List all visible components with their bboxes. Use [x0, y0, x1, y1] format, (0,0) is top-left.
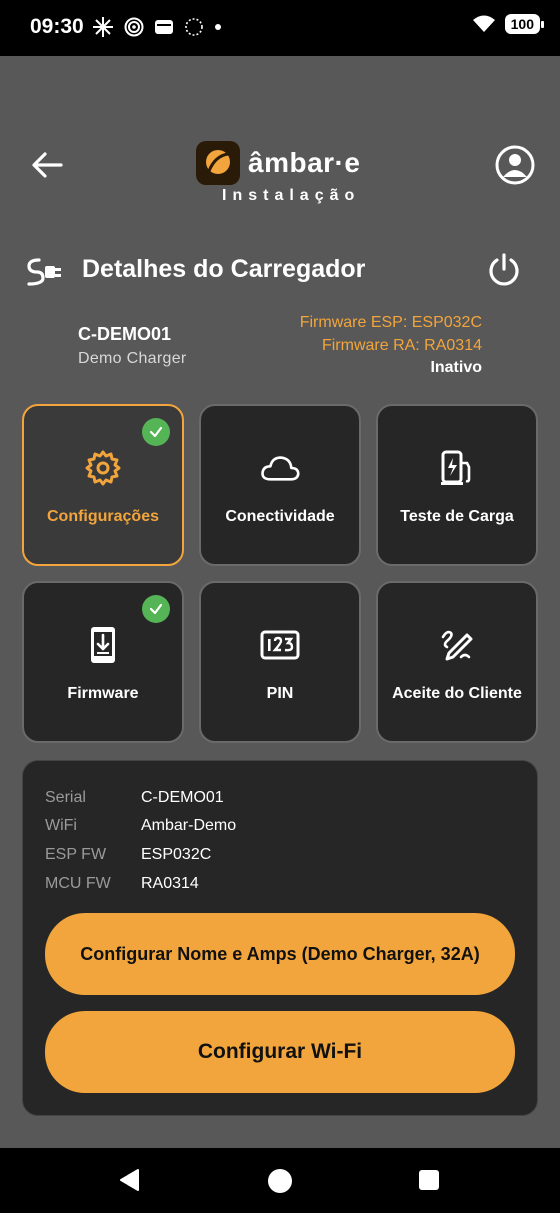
detail-value: C-DEMO01 [141, 789, 224, 806]
detail-row-mcu-fw: MCU FW RA0314 [45, 875, 199, 893]
tile-label: Conectividade [225, 508, 335, 525]
configure-name-amps-button[interactable]: Configurar Nome e Amps (Demo Charger, 32… [45, 913, 515, 995]
signature-pen-icon [437, 625, 477, 665]
nav-back-icon[interactable] [118, 1168, 142, 1192]
wifi-icon [472, 15, 495, 32]
logo-text: âmbar·e [248, 147, 361, 178]
phone-download-icon [83, 625, 123, 665]
charging-station-icon [437, 448, 477, 488]
header-subtitle: Instalação [222, 187, 361, 204]
firmware-ra: Firmware RA: RA0314 [321, 337, 482, 354]
details-panel: Serial C-DEMO01 WiFi Ambar-Demo ESP FW ESP0… [22, 760, 538, 1116]
tile-label: PIN [266, 685, 294, 702]
tile-teste-de-carga[interactable]: Teste de Carga [376, 404, 538, 566]
detail-key: ESP FW [45, 846, 107, 863]
tile-configuracoes[interactable]: Configurações [22, 404, 184, 566]
charger-info: C-DEMO01 Demo Charger Firmware ESP: ESP0… [0, 312, 560, 382]
brand-logo: âmbar·e [196, 141, 360, 185]
tile-pin[interactable]: PIN [199, 581, 361, 743]
nav-recents-icon[interactable] [419, 1170, 439, 1190]
spark-icon [93, 17, 113, 37]
status-time: 09:30 [30, 15, 84, 38]
notification-icons [92, 16, 222, 38]
configure-wifi-button[interactable]: Configurar Wi-Fi [45, 1011, 515, 1093]
gear-icon [83, 448, 123, 488]
cloud-icon [260, 448, 300, 488]
tile-label: Teste de Carga [400, 508, 514, 525]
page-title: Detalhes do Carregador [82, 255, 366, 283]
system-nav-bar [0, 1148, 560, 1213]
logo-mark-icon [196, 141, 240, 185]
power-icon[interactable] [486, 252, 522, 288]
detail-value: RA0314 [141, 875, 199, 892]
profile-icon[interactable] [495, 145, 535, 185]
detail-row-serial: Serial C-DEMO01 [45, 789, 224, 807]
tile-conectividade[interactable]: Conectividade [199, 404, 361, 566]
detail-value: ESP032C [141, 846, 212, 863]
app-screen: âmbar·e Instalação Detalhes do Carregado… [0, 56, 560, 1148]
tile-label: Firmware [67, 685, 139, 702]
status-bar: 09:30 100 [0, 0, 560, 56]
firmware-esp: Firmware ESP: ESP032C [299, 314, 482, 331]
tile-aceite-do-cliente[interactable]: Aceite do Cliente [376, 581, 538, 743]
check-icon [142, 595, 170, 623]
tile-label: Configurações [46, 508, 159, 525]
detail-row-wifi: WiFi Ambar-Demo [45, 817, 236, 835]
charger-id: C-DEMO01 [78, 324, 172, 344]
detail-key: Serial [45, 789, 86, 806]
detail-key: MCU FW [45, 875, 111, 892]
wallet-icon [155, 20, 173, 34]
dotted-circle-icon [185, 18, 203, 36]
detail-row-esp-fw: ESP FW ESP032C [45, 846, 211, 864]
nav-home-icon[interactable] [268, 1169, 292, 1193]
detail-value: Ambar-Demo [141, 817, 237, 834]
dot-icon [215, 24, 221, 30]
battery-indicator: 100 [504, 14, 545, 34]
tile-firmware[interactable]: Firmware [22, 581, 184, 743]
tile-label: Aceite do Cliente [392, 685, 522, 702]
charger-status: Inativo [430, 359, 482, 376]
app-header: âmbar·e Instalação [0, 56, 560, 226]
plug-icon [27, 258, 61, 286]
check-icon [142, 418, 170, 446]
title-row: Detalhes do Carregador [0, 246, 560, 296]
target-icon [124, 17, 144, 37]
detail-key: WiFi [45, 817, 77, 834]
pin-123-icon [260, 625, 300, 665]
back-arrow-icon[interactable] [30, 148, 64, 182]
charger-name: Demo Charger [78, 350, 187, 367]
